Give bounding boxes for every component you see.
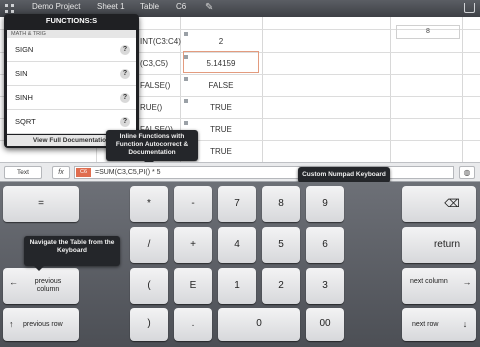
table-tab[interactable]: Table bbox=[140, 2, 159, 11]
globe-icon[interactable]: ◍ bbox=[459, 166, 475, 179]
function-list: SIGN ? SIN ? SINH ? SQRT ? bbox=[7, 38, 136, 134]
previous-row-key[interactable]: ↑ previous row bbox=[3, 308, 79, 341]
inline-functions-callout: Inline Functions with Function Autocorre… bbox=[106, 130, 198, 166]
seven-key[interactable]: 7 bbox=[218, 186, 256, 222]
help-icon[interactable]: ? bbox=[120, 117, 130, 127]
tray-icon[interactable] bbox=[464, 3, 475, 13]
value-cell[interactable]: FALSE bbox=[183, 81, 259, 90]
formula-input[interactable]: C6 =SUM(C3,C5,PI() * 5 bbox=[74, 166, 454, 179]
numpad-keyboard: = ← previous column ↑ previous row Navig… bbox=[0, 182, 480, 347]
eight-key[interactable]: 8 bbox=[262, 186, 300, 222]
open-paren-key[interactable]: ( bbox=[130, 268, 168, 304]
project-name[interactable]: Demo Project bbox=[32, 2, 80, 11]
exponent-key[interactable]: E bbox=[174, 268, 212, 304]
formula-cell[interactable]: FALSE() bbox=[140, 81, 180, 90]
numpad-callout: Custom Numpad Keyboard bbox=[298, 167, 390, 188]
grid-menu-icon[interactable] bbox=[5, 4, 14, 13]
formula-cell[interactable]: INT(C3:C4) bbox=[140, 37, 181, 46]
callout-text: Inline Functions with Function Autocorre… bbox=[115, 133, 189, 156]
next-row-key[interactable]: next row ↓ bbox=[402, 308, 476, 341]
pencil-icon[interactable]: ✎ bbox=[205, 2, 213, 13]
three-key[interactable]: 3 bbox=[306, 268, 344, 304]
five-key[interactable]: 5 bbox=[262, 227, 300, 263]
minus-key[interactable]: - bbox=[174, 186, 212, 222]
value-cell[interactable]: 8 bbox=[396, 25, 460, 39]
four-key[interactable]: 4 bbox=[218, 227, 256, 263]
cell-reference: C6 bbox=[176, 2, 187, 11]
cell-ref-badge: C6 bbox=[76, 168, 91, 177]
next-column-key[interactable]: next column → bbox=[402, 268, 476, 304]
function-name: SIGN bbox=[15, 45, 34, 54]
function-autocomplete-panel: FUNCTIONS:S MATH & TRIG SIGN ? SIN ? SIN… bbox=[4, 14, 139, 148]
help-icon[interactable]: ? bbox=[120, 93, 130, 103]
formula-cell[interactable]: RUE() bbox=[140, 103, 180, 112]
help-icon[interactable]: ? bbox=[120, 45, 130, 55]
navigate-callout: Navigate the Table from the Keyboard bbox=[24, 236, 120, 271]
zero-key[interactable]: 0 bbox=[218, 308, 300, 341]
function-name: SINH bbox=[15, 93, 33, 102]
backspace-key[interactable]: ⌫ bbox=[402, 186, 476, 222]
backspace-icon: ⌫ bbox=[444, 198, 460, 210]
return-key[interactable]: return bbox=[402, 227, 476, 263]
formula-text: =SUM(C3,C5,PI() * 5 bbox=[95, 169, 161, 176]
nine-key[interactable]: 9 bbox=[306, 186, 344, 222]
divide-key[interactable]: / bbox=[130, 227, 168, 263]
help-icon[interactable]: ? bbox=[120, 69, 130, 79]
decimal-key[interactable]: . bbox=[174, 308, 212, 341]
function-name: SQRT bbox=[15, 117, 36, 126]
function-name: SIN bbox=[15, 69, 28, 78]
function-item-sinh[interactable]: SINH ? bbox=[7, 86, 136, 110]
panel-title: FUNCTIONS:S bbox=[45, 16, 98, 25]
callout-text: Custom Numpad Keyboard bbox=[302, 171, 386, 178]
sheet-tab[interactable]: Sheet 1 bbox=[97, 2, 125, 11]
double-zero-key[interactable]: 00 bbox=[306, 308, 344, 341]
formula-cell[interactable]: (C3,C5) bbox=[140, 59, 180, 68]
text-mode-button[interactable]: Text bbox=[4, 166, 42, 179]
equals-key[interactable]: = bbox=[3, 186, 79, 222]
plus-key[interactable]: + bbox=[174, 227, 212, 263]
value-cell[interactable]: 5.14159 bbox=[183, 59, 259, 68]
one-key[interactable]: 1 bbox=[218, 268, 256, 304]
function-item-sign[interactable]: SIGN ? bbox=[7, 38, 136, 62]
six-key[interactable]: 6 bbox=[306, 227, 344, 263]
two-key[interactable]: 2 bbox=[262, 268, 300, 304]
close-paren-key[interactable]: ) bbox=[130, 308, 168, 341]
category-label: MATH & TRIG bbox=[7, 30, 136, 38]
value-cell[interactable]: TRUE bbox=[183, 103, 259, 112]
callout-text: Navigate the Table from the Keyboard bbox=[29, 239, 115, 254]
function-item-sin[interactable]: SIN ? bbox=[7, 62, 136, 86]
multiply-key[interactable]: * bbox=[130, 186, 168, 222]
fx-button[interactable]: fx bbox=[52, 166, 70, 179]
formula-bar: Text fx C6 =SUM(C3,C5,PI() * 5 ◍ bbox=[0, 162, 480, 182]
value-cell[interactable]: 2 bbox=[183, 37, 259, 46]
